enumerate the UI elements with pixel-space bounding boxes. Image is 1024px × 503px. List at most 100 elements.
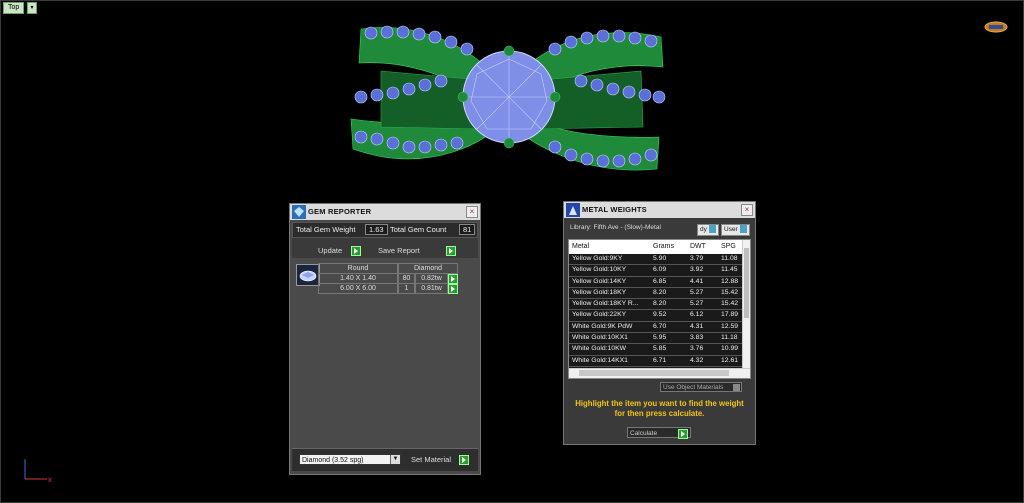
use-object-materials-toggle[interactable]: Use Object Materials (660, 382, 742, 392)
metal-grams-cell: 5.90 (653, 255, 667, 262)
gem-count: 1 (398, 283, 415, 294)
total-gem-count-label: Total Gem Count (390, 225, 447, 234)
update-button[interactable] (351, 246, 361, 256)
calculate-label: Calculate (630, 430, 658, 437)
scrollbar-thumb[interactable] (744, 248, 749, 318)
metal-hint-text: Highlight the item you want to find the … (564, 399, 755, 419)
3d-viewport[interactable]: Top ▾ x (0, 0, 1024, 503)
logo-icon (984, 21, 1008, 33)
scrollbar-thumb[interactable] (579, 370, 729, 376)
chevron-down-icon: ▼ (390, 455, 400, 464)
metal-spg-cell: 17.89 (721, 311, 739, 319)
metal-weights-title: METAL WEIGHTS (582, 205, 647, 214)
metal-spg-cell: 12.88 (721, 277, 739, 285)
gem-reporter-close-button[interactable]: × (466, 206, 478, 218)
metal-metal-cell: White Gold:14KX1 (572, 356, 628, 364)
total-gem-count-value: 81 (459, 224, 476, 235)
metal-metal-cell: Yellow Gold:18KY R... (572, 300, 639, 308)
metal-grams-cell: 6.71 (653, 356, 667, 364)
col-dwt[interactable]: DWT (690, 243, 706, 250)
metal-list-item[interactable]: White Gold:9K PdW 6.70 4.31 12.59 (569, 321, 743, 334)
gem-size: 6.00 X 6.00 (318, 283, 398, 294)
metal-weights-titlebar[interactable]: METAL WEIGHTS × (564, 202, 755, 218)
metal-library-label: Library: Fifth Ave - (Slow)-Metal (570, 224, 661, 231)
library-toggle-label: dy (700, 226, 707, 233)
metal-list-item[interactable]: Yellow Gold:14KY 6.85 4.41 12.88 (569, 276, 743, 288)
set-material-button[interactable] (459, 455, 469, 465)
view-dropdown-button[interactable]: ▾ (27, 2, 37, 14)
gem-actions-row: Update Save Report (292, 238, 478, 258)
ring-model (350, 25, 666, 171)
metal-grams-cell: 5.95 (653, 334, 667, 342)
metal-weights-panel: METAL WEIGHTS × Library: Fifth Ave - (Sl… (563, 201, 756, 445)
metal-metal-cell: Yellow Gold:9KY (572, 255, 623, 262)
gem-weight: 0.81tw (415, 283, 448, 294)
metal-list-item[interactable]: Yellow Gold:22KY 9.52 6.12 17.89 (569, 310, 743, 322)
horizontal-scrollbar[interactable] (569, 368, 750, 378)
col-metal[interactable]: Metal (572, 243, 589, 250)
metal-dwt-cell: 4.41 (690, 277, 704, 285)
metal-grams-cell: 8.20 (653, 288, 667, 296)
calculate-go-icon (678, 429, 688, 439)
metal-grams-cell: 6.70 (653, 322, 667, 330)
metal-dwt-cell: 4.32 (690, 356, 704, 364)
metal-metal-cell: White Gold:10KW (572, 345, 627, 353)
metal-spg-cell: 12.61 (721, 356, 739, 364)
gem-reporter-panel: GEM REPORTER × Total Gem Weight 1.63 Tot… (289, 203, 481, 475)
metal-metal-cell: White Gold:10KX1 (572, 334, 628, 342)
metal-list-item[interactable]: Yellow Gold:18KY R... 8.20 5.27 15.42 (569, 299, 743, 311)
view-label[interactable]: Top (3, 2, 25, 14)
save-report-button[interactable] (446, 246, 456, 256)
col-spg[interactable]: SPG (721, 243, 736, 250)
metal-spg-cell: 15.42 (721, 300, 739, 308)
total-gem-weight-value: 1.63 (365, 224, 388, 235)
metal-list-item[interactable]: Yellow Gold:9KY 5.90 3.79 11.08 (569, 254, 743, 266)
metal-metal-cell: Yellow Gold:22KY (572, 311, 627, 319)
user-toggle-label: User (724, 226, 738, 233)
metal-weights-close-button[interactable]: × (741, 204, 753, 216)
metal-dwt-cell: 3.92 (690, 266, 704, 274)
metal-grams-cell: 5.85 (653, 345, 667, 353)
col-grams[interactable]: Grams (653, 243, 674, 250)
gem-reporter-titlebar[interactable]: GEM REPORTER × (290, 204, 480, 220)
checkbox-icon (733, 384, 740, 391)
hint-line-2: for then press calculate. (614, 409, 705, 418)
toggle-indicator-icon (708, 225, 716, 233)
metal-grams-cell: 9.52 (653, 311, 667, 319)
metal-list-item[interactable]: White Gold:10KW 5.85 3.76 10.99 (569, 344, 743, 356)
metal-dwt-cell: 3.76 (690, 345, 704, 353)
metal-list[interactable]: Metal Grams DWT SPG Yellow Gold:9KY 5.90 3… (568, 239, 751, 379)
gem-table-row[interactable]: 6.00 X 6.00 1 0.81tw (318, 283, 458, 294)
metal-list-item[interactable]: Yellow Gold:18KY 8.20 5.27 15.42 (569, 287, 743, 300)
metal-metal-cell: Yellow Gold:10KY (572, 266, 627, 274)
metal-grams-cell: 8.20 (653, 300, 667, 308)
metal-dwt-cell: 5.27 (690, 288, 704, 296)
gem-row-select-button[interactable] (448, 284, 458, 294)
metal-dwt-cell: 6.12 (690, 311, 704, 319)
total-gem-weight-label: Total Gem Weight (296, 225, 356, 234)
library-toggle-button[interactable]: dy (697, 224, 719, 236)
metal-metal-cell: White Gold:9K PdW (572, 322, 633, 330)
update-label: Update (318, 246, 343, 255)
gem-table-row[interactable]: 1.40 X 1.40 80 0.82tw (318, 273, 458, 284)
hint-line-1: Highlight the item you want to find the … (575, 399, 744, 408)
metal-spg-cell: 15.42 (721, 288, 739, 296)
metal-list-item[interactable]: Yellow Gold:10KY 6.09 3.92 11.45 (569, 265, 743, 277)
vertical-scrollbar[interactable] (742, 240, 750, 368)
material-select-value: Diamond (3.52 spg) (302, 457, 364, 464)
metal-list-item[interactable]: White Gold:14KX1 6.71 4.32 12.61 (569, 355, 743, 367)
user-toggle-button[interactable]: User (721, 224, 750, 236)
metal-list-item[interactable]: White Gold:10KX1 5.95 3.83 11.18 (569, 333, 743, 345)
calculate-button[interactable]: Calculate (627, 427, 691, 439)
metal-spg-cell: 11.08 (721, 255, 738, 262)
gem-material-bar: Diamond (3.52 spg) ▼ Set Material (292, 448, 478, 471)
material-select[interactable]: Diamond (3.52 spg) ▼ (299, 454, 401, 465)
metal-spg-cell: 11.45 (721, 266, 738, 274)
metal-dwt-cell: 3.83 (690, 334, 704, 342)
metal-metal-cell: Yellow Gold:14KY (572, 277, 627, 285)
metal-grams-cell: 6.85 (653, 277, 667, 285)
gem-reporter-title: GEM REPORTER (308, 207, 372, 216)
metal-metal-cell: Yellow Gold:18KY (572, 288, 627, 296)
metal-list-rows: Yellow Gold:9KY 5.90 3.79 11.08 Yellow Gold:… (569, 254, 743, 378)
gem-table: Round Diamond 1.40 X 1.40 80 0.82tw 6.00… (318, 263, 458, 294)
